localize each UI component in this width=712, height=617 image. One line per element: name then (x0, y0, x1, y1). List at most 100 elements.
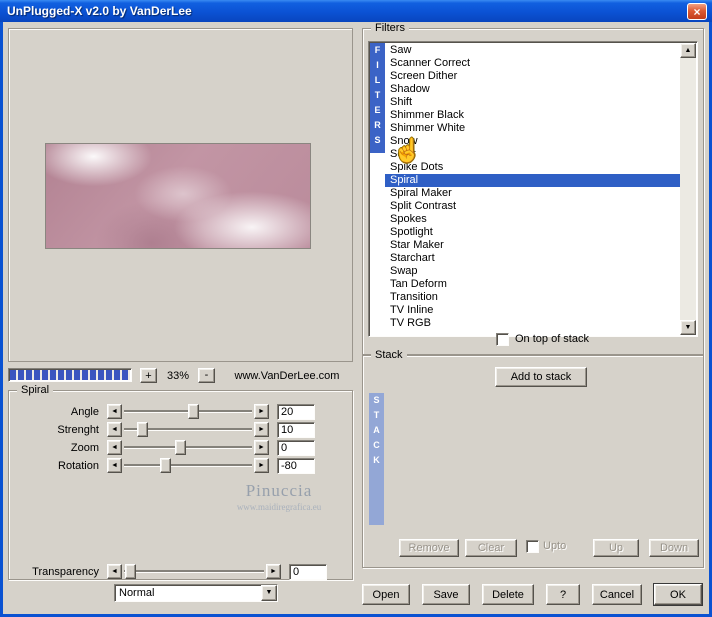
blend-mode-dropdown[interactable]: Normal ▼ (114, 584, 278, 602)
filter-list-item[interactable]: TV Inline (385, 304, 680, 317)
filter-list-item[interactable]: TV RGB (385, 317, 680, 330)
slider-track[interactable] (124, 404, 252, 419)
filter-list-item[interactable]: Spotlight (385, 226, 680, 239)
filter-list-item[interactable]: Solar (385, 148, 680, 161)
filter-list-item[interactable]: Saw (385, 44, 680, 57)
slider-decrement-button[interactable]: ◄ (107, 404, 122, 419)
slider-increment-button[interactable]: ► (266, 564, 281, 579)
slider-decrement-button[interactable]: ◄ (107, 440, 122, 455)
filter-list-item[interactable]: Shift (385, 96, 680, 109)
param-label: Rotation (58, 459, 99, 472)
filter-list-item[interactable]: Screen Dither (385, 70, 680, 83)
title-bar[interactable]: UnPlugged-X v2.0 by VanDerLee × (0, 0, 712, 22)
filter-list-item[interactable]: Spike Dots (385, 161, 680, 174)
cancel-button[interactable]: Cancel (592, 584, 642, 605)
filters-strip: FILTERS (370, 43, 385, 153)
on-top-checkbox[interactable] (496, 333, 509, 346)
slider-thumb[interactable] (175, 440, 187, 455)
slider-track[interactable] (124, 564, 264, 579)
chevron-down-icon: ▼ (265, 589, 273, 596)
filter-list-item[interactable]: Shimmer White (385, 122, 680, 135)
slider-thumb[interactable] (125, 564, 137, 579)
window-title: UnPlugged-X v2.0 by VanDerLee (7, 4, 192, 18)
filter-list-item[interactable]: Shimmer Black (385, 109, 680, 122)
progress-bar (8, 368, 132, 382)
slider-decrement-button[interactable]: ◄ (107, 458, 122, 473)
slider-track[interactable] (124, 422, 252, 437)
open-button[interactable]: Open (362, 584, 410, 605)
slider-track[interactable] (124, 458, 252, 473)
filter-list-item[interactable]: Snow (385, 135, 680, 148)
slider-increment-button[interactable]: ► (254, 458, 269, 473)
filter-list-item[interactable]: Tan Deform (385, 278, 680, 291)
param-value-input[interactable] (277, 403, 315, 420)
save-button[interactable]: Save (422, 584, 470, 605)
upto-label: Upto (543, 540, 567, 552)
vendor-website: www.VanDerLee.com (234, 370, 340, 382)
param-value-input[interactable] (277, 439, 315, 456)
param-label: Zoom (70, 441, 99, 454)
filters-group: Filters FILTERS Saw Scanner Correct Screen… (362, 22, 704, 355)
filter-list-item[interactable]: Starchart (385, 252, 680, 265)
slider-increment-button[interactable]: ► (254, 404, 269, 419)
filter-list-item[interactable]: Shadow (385, 83, 680, 96)
slider-decrement-button[interactable]: ◄ (107, 422, 122, 437)
zoom-out-button[interactable]: - (198, 368, 215, 383)
filter-list-item[interactable]: Spiral (385, 174, 680, 187)
scroll-down-button[interactable]: ▼ (680, 320, 696, 335)
delete-button[interactable]: Delete (482, 584, 534, 605)
filters-group-label: Filters (371, 22, 409, 34)
stack-group: Stack Add to stack STACK Remove Clear Up… (362, 349, 704, 568)
dropdown-arrow-button[interactable]: ▼ (261, 585, 277, 601)
slider-decrement-button[interactable]: ◄ (107, 564, 122, 579)
upto-checkbox[interactable] (526, 540, 539, 553)
help-button[interactable]: ? (546, 584, 580, 605)
param-value-input[interactable] (289, 563, 327, 580)
scrollbar-thumb[interactable] (680, 245, 696, 291)
filter-list: Saw Scanner Correct Screen Dither Shadow Shi… (385, 44, 680, 335)
zoom-level: 33% (166, 370, 190, 382)
scroll-up-button[interactable]: ▲ (680, 43, 696, 58)
param-value-input[interactable] (277, 421, 315, 438)
filter-list-scrollbar[interactable]: ▲ ▼ (680, 43, 696, 335)
filter-list-item[interactable]: Spiral Maker (385, 187, 680, 200)
on-top-label: On top of stack (515, 333, 589, 345)
spiral-group-label: Spiral (17, 384, 54, 396)
param-label: Angle (70, 405, 99, 418)
pointer-hand-icon: ☝ (393, 137, 422, 163)
slider-track[interactable] (124, 440, 252, 455)
slider-thumb[interactable] (188, 404, 199, 419)
stack-strip: STACK (369, 393, 384, 525)
filter-list-item[interactable]: Spokes (385, 213, 680, 226)
close-icon: × (693, 4, 701, 19)
preview-image[interactable] (45, 143, 311, 249)
zoom-in-button[interactable]: + (140, 368, 157, 383)
stack-group-label: Stack (371, 349, 407, 361)
param-value-input[interactable] (277, 457, 315, 474)
filter-list-item[interactable]: Star Maker (385, 239, 680, 252)
slider-increment-button[interactable]: ► (254, 422, 269, 437)
slider-thumb[interactable] (136, 422, 148, 437)
unplugged-x-window: UnPlugged-X v2.0 by VanDerLee × + 33% - … (0, 0, 712, 617)
arrow-down-icon: ▼ (684, 323, 692, 331)
clear-button[interactable]: Clear (465, 539, 517, 557)
preview-panel (8, 28, 353, 362)
param-label: Transparency (32, 565, 99, 578)
down-button[interactable]: Down (649, 539, 699, 557)
close-button[interactable]: × (687, 3, 707, 20)
filter-list-item[interactable]: Transition (385, 291, 680, 304)
transparency-row-host: Transparency ◄ ► (15, 563, 354, 581)
up-button[interactable]: Up (593, 539, 639, 557)
filter-list-item[interactable]: Swap (385, 265, 680, 278)
param-rows: Angle ◄ ► Strenght ◄ ► Zoom ◄ ► Rotation ◄ ► (15, 403, 348, 475)
add-to-stack-button[interactable]: Add to stack (495, 367, 587, 387)
slider-thumb[interactable] (159, 458, 171, 473)
filter-list-item[interactable]: Split Contrast (385, 200, 680, 213)
watermark: Pinuccia www.maidiregrafica.eu (204, 481, 354, 512)
filter-list-box: FILTERS Saw Scanner Correct Screen Dither S… (368, 41, 698, 337)
watermark-name: Pinuccia (245, 481, 313, 500)
slider-increment-button[interactable]: ► (254, 440, 269, 455)
remove-button[interactable]: Remove (399, 539, 459, 557)
ok-button[interactable]: OK (654, 584, 702, 605)
filter-list-item[interactable]: Scanner Correct (385, 57, 680, 70)
